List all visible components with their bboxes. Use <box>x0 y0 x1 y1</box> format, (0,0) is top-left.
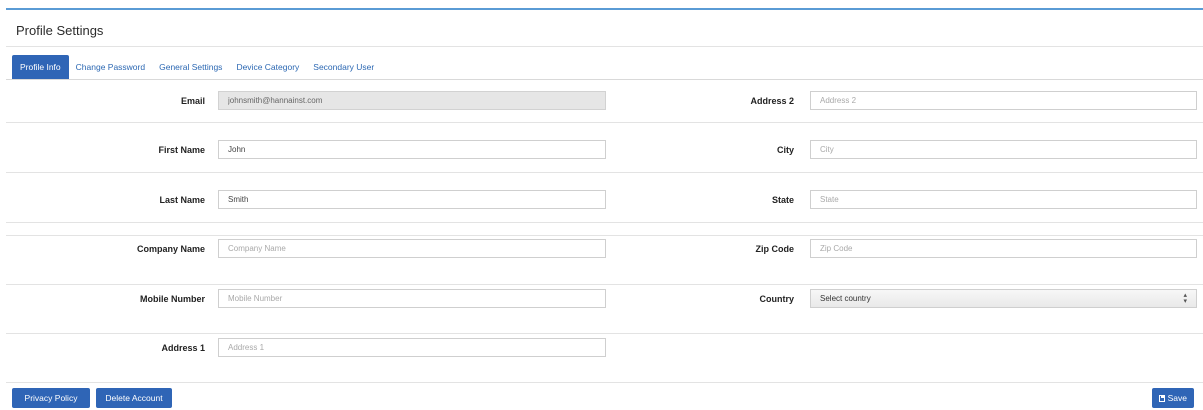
country-select[interactable]: Select country ▴ ▾ <box>810 289 1197 308</box>
floppy-disk-icon <box>1159 394 1165 402</box>
city-label: City <box>776 145 794 155</box>
up-down-arrows-icon: ▴ ▾ <box>1183 291 1187 305</box>
address1-label: Address 1 <box>161 343 205 353</box>
mobile-number-field[interactable] <box>218 289 606 308</box>
first-name-field[interactable] <box>218 140 606 159</box>
tab-bar: Profile Info Change Password General Set… <box>12 55 381 79</box>
panel-top-accent <box>6 8 1203 10</box>
page-title: Profile Settings <box>16 23 104 38</box>
tab-secondary-user[interactable]: Secondary User <box>306 55 381 79</box>
tab-profile-info[interactable]: Profile Info <box>12 55 69 79</box>
state-label: State <box>771 195 794 205</box>
mobile-number-label: Mobile Number <box>139 294 205 304</box>
city-field[interactable] <box>810 140 1197 159</box>
email-label: Email <box>180 96 205 106</box>
save-button-label: Save <box>1167 393 1187 403</box>
save-button[interactable]: Save <box>1152 388 1194 408</box>
title-divider <box>6 46 1203 47</box>
row-divider <box>6 284 1203 285</box>
state-field[interactable] <box>810 190 1197 209</box>
company-name-label: Company Name <box>136 244 205 254</box>
row-divider <box>6 235 1203 236</box>
row-divider <box>6 172 1203 173</box>
tab-device-category[interactable]: Device Category <box>229 55 306 79</box>
address2-field[interactable] <box>810 91 1197 110</box>
row-divider <box>6 333 1203 334</box>
row-divider <box>6 122 1203 123</box>
last-name-field[interactable] <box>218 190 606 209</box>
zip-code-label: Zip Code <box>755 244 795 254</box>
company-name-field[interactable] <box>218 239 606 258</box>
country-label: Country <box>759 294 795 304</box>
country-select-value: Select country <box>820 294 871 303</box>
email-field[interactable] <box>218 91 606 110</box>
row-divider <box>6 382 1203 383</box>
tab-general-settings[interactable]: General Settings <box>152 55 229 79</box>
privacy-policy-button[interactable]: Privacy Policy <box>12 388 90 408</box>
address2-label: Address 2 <box>750 96 794 106</box>
address1-field[interactable] <box>218 338 606 357</box>
row-divider <box>6 222 1203 223</box>
last-name-label: Last Name <box>159 195 205 205</box>
zip-code-field[interactable] <box>810 239 1197 258</box>
delete-account-button[interactable]: Delete Account <box>96 388 172 408</box>
first-name-label: First Name <box>158 145 205 155</box>
tab-change-password[interactable]: Change Password <box>69 55 152 79</box>
tabs-divider <box>6 79 1203 80</box>
